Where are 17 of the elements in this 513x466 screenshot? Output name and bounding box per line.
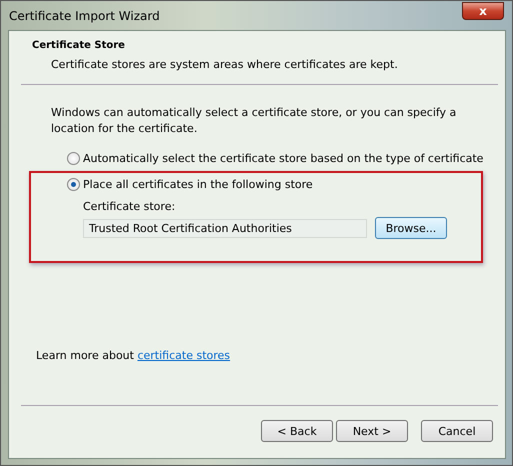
page-subtitle: Certificate stores are system areas where certificates are kept. [50, 57, 399, 71]
cancel-button[interactable]: Cancel [421, 420, 493, 442]
radio-option[interactable]: Automatically select the certificate store based on the type of certificate [67, 150, 505, 166]
radio-option[interactable]: Place all certificates in the following store [67, 176, 481, 192]
store-field[interactable]: Trusted Root Certification Authorities [83, 218, 367, 238]
intro-text: Windows can automatically select a certificate store, or you can specify a location for the certificate. [50, 105, 458, 137]
close-button[interactable]: x [462, 2, 504, 20]
next-button[interactable]: Next > [336, 420, 408, 442]
certificate-stores-link[interactable]: certificate stores [137, 349, 230, 362]
back-button[interactable]: < Back [261, 420, 333, 442]
page-title: Certificate Store [32, 40, 126, 51]
field-label: Certificate store: [83, 200, 176, 215]
radio-button[interactable] [67, 152, 80, 164]
radio-button[interactable] [67, 178, 80, 190]
window-title: Certificate Import Wizard [8, 8, 160, 22]
learn-more-text: Learn more about [36, 349, 134, 362]
browse-button[interactable]: Browse... [375, 217, 447, 239]
